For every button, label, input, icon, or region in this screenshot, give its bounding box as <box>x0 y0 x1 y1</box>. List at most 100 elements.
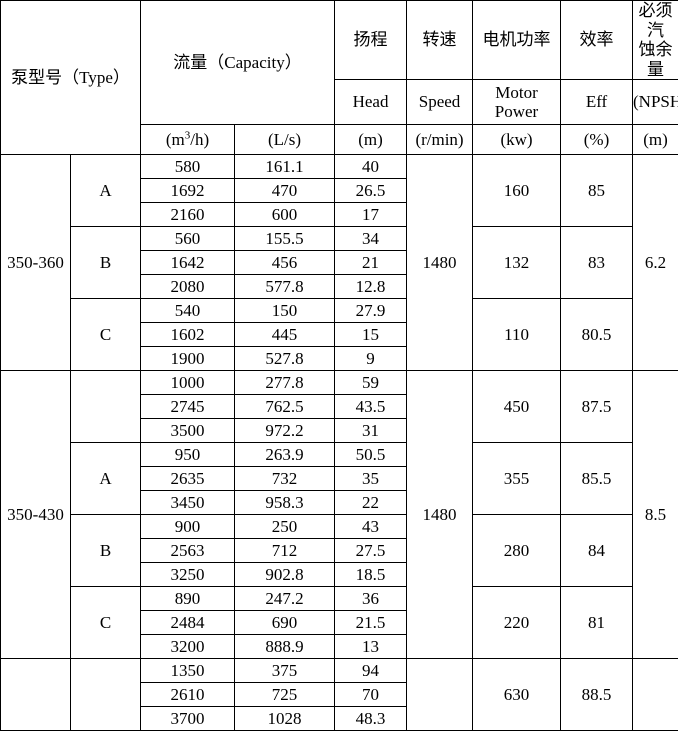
capacity-m3h-cell: 2563 <box>141 539 235 563</box>
head-cell: 26.5 <box>335 179 407 203</box>
pump-specification-table: 泵型号（Type）流量（Capacity）扬程转速电机功率效率必须汽蚀余量Hea… <box>0 0 678 731</box>
table-row: 350-4301000277.859148045087.58.5 <box>1 371 678 395</box>
capacity-ls-cell: 155.5 <box>235 227 335 251</box>
capacity-ls-cell: 902.8 <box>235 563 335 587</box>
capacity-ls-cell: 725 <box>235 683 335 707</box>
head-cell: 31 <box>335 419 407 443</box>
capacity-ls-cell: 161.1 <box>235 155 335 179</box>
npsh-cell <box>633 659 678 731</box>
header-npsh-en: (NPSH)r <box>633 80 678 125</box>
speed-cell: 1480 <box>407 371 473 659</box>
capacity-ls-cell: 888.9 <box>235 635 335 659</box>
capacity-m3h-cell: 2745 <box>141 395 235 419</box>
capacity-m3h-cell: 560 <box>141 227 235 251</box>
capacity-ls-cell: 762.5 <box>235 395 335 419</box>
capacity-m3h-cell: 890 <box>141 587 235 611</box>
header-power-cn: 电机功率 <box>473 1 561 80</box>
motor-power-cell: 160 <box>473 155 561 227</box>
efficiency-cell: 80.5 <box>561 299 633 371</box>
header-npsh-cn-line1: 必须汽 <box>633 1 678 40</box>
capacity-ls-cell: 972.2 <box>235 419 335 443</box>
npsh-cell: 6.2 <box>633 155 678 371</box>
capacity-ls-cell: 250 <box>235 515 335 539</box>
table-row: C890247.23622081 <box>1 587 678 611</box>
capacity-m3h-cell: 2610 <box>141 683 235 707</box>
capacity-ls-cell: 958.3 <box>235 491 335 515</box>
head-cell: 9 <box>335 347 407 371</box>
head-cell: 94 <box>335 659 407 683</box>
pump-variant-cell: A <box>71 155 141 227</box>
header-row-cn: 泵型号（Type）流量（Capacity）扬程转速电机功率效率必须汽蚀余量 <box>1 1 678 80</box>
table-row: B560155.53413283 <box>1 227 678 251</box>
capacity-ls-cell: 690 <box>235 611 335 635</box>
head-cell: 21.5 <box>335 611 407 635</box>
pump-type-cell: 350-430 <box>1 371 71 659</box>
capacity-ls-cell: 150 <box>235 299 335 323</box>
efficiency-cell: 85 <box>561 155 633 227</box>
capacity-m3h-cell: 3200 <box>141 635 235 659</box>
pump-variant-cell <box>71 659 141 731</box>
capacity-m3h-cell: 3500 <box>141 419 235 443</box>
efficiency-cell: 84 <box>561 515 633 587</box>
head-cell: 15 <box>335 323 407 347</box>
head-cell: 34 <box>335 227 407 251</box>
head-cell: 40 <box>335 155 407 179</box>
capacity-m3h-cell: 950 <box>141 443 235 467</box>
capacity-ls-cell: 600 <box>235 203 335 227</box>
header-eff-cn: 效率 <box>561 1 633 80</box>
table-row: B9002504328084 <box>1 515 678 539</box>
speed-cell: 1480 <box>407 155 473 371</box>
efficiency-cell: 88.5 <box>561 659 633 731</box>
head-cell: 43.5 <box>335 395 407 419</box>
capacity-ls-cell: 732 <box>235 467 335 491</box>
capacity-ls-cell: 712 <box>235 539 335 563</box>
header-npsh-cn-line2: 蚀余量 <box>633 40 678 79</box>
header-unit-eff: (%) <box>561 125 633 155</box>
pump-variant-cell: B <box>71 227 141 299</box>
head-cell: 18.5 <box>335 563 407 587</box>
efficiency-cell: 83 <box>561 227 633 299</box>
capacity-m3h-cell: 900 <box>141 515 235 539</box>
motor-power-cell: 280 <box>473 515 561 587</box>
head-cell: 35 <box>335 467 407 491</box>
pump-variant-cell: C <box>71 587 141 659</box>
header-speed-cn: 转速 <box>407 1 473 80</box>
pump-type-cell <box>1 659 71 731</box>
header-speed-en: Speed <box>407 80 473 125</box>
efficiency-cell: 81 <box>561 587 633 659</box>
head-cell: 22 <box>335 491 407 515</box>
header-eff-en: Eff <box>561 80 633 125</box>
header-head-cn: 扬程 <box>335 1 407 80</box>
header-unit-power: (kw) <box>473 125 561 155</box>
capacity-ls-cell: 527.8 <box>235 347 335 371</box>
capacity-m3h-cell: 2160 <box>141 203 235 227</box>
table-row: 13503759463088.5 <box>1 659 678 683</box>
header-unit-npsh: (m) <box>633 125 678 155</box>
capacity-ls-cell: 277.8 <box>235 371 335 395</box>
head-cell: 27.5 <box>335 539 407 563</box>
efficiency-cell: 85.5 <box>561 443 633 515</box>
capacity-ls-cell: 456 <box>235 251 335 275</box>
header-unit-m3h: (m3/h) <box>141 125 235 155</box>
pump-variant-cell: A <box>71 443 141 515</box>
capacity-ls-cell: 263.9 <box>235 443 335 467</box>
table-row: C54015027.911080.5 <box>1 299 678 323</box>
motor-power-cell: 110 <box>473 299 561 371</box>
header-power-en: MotorPower <box>473 80 561 125</box>
motor-power-cell: 132 <box>473 227 561 299</box>
pump-type-cell: 350-360 <box>1 155 71 371</box>
head-cell: 59 <box>335 371 407 395</box>
capacity-m3h-cell: 1000 <box>141 371 235 395</box>
head-cell: 12.8 <box>335 275 407 299</box>
head-cell: 43 <box>335 515 407 539</box>
capacity-m3h-cell: 1692 <box>141 179 235 203</box>
header-unit-ls: (L/s) <box>235 125 335 155</box>
capacity-ls-cell: 1028 <box>235 707 335 731</box>
capacity-m3h-cell: 1642 <box>141 251 235 275</box>
header-power-en-line1: Motor <box>473 83 560 103</box>
header-power-en-line2: Power <box>473 102 560 122</box>
pump-variant-cell <box>71 371 141 443</box>
header-type: 泵型号（Type） <box>1 1 141 155</box>
head-cell: 27.9 <box>335 299 407 323</box>
head-cell: 70 <box>335 683 407 707</box>
